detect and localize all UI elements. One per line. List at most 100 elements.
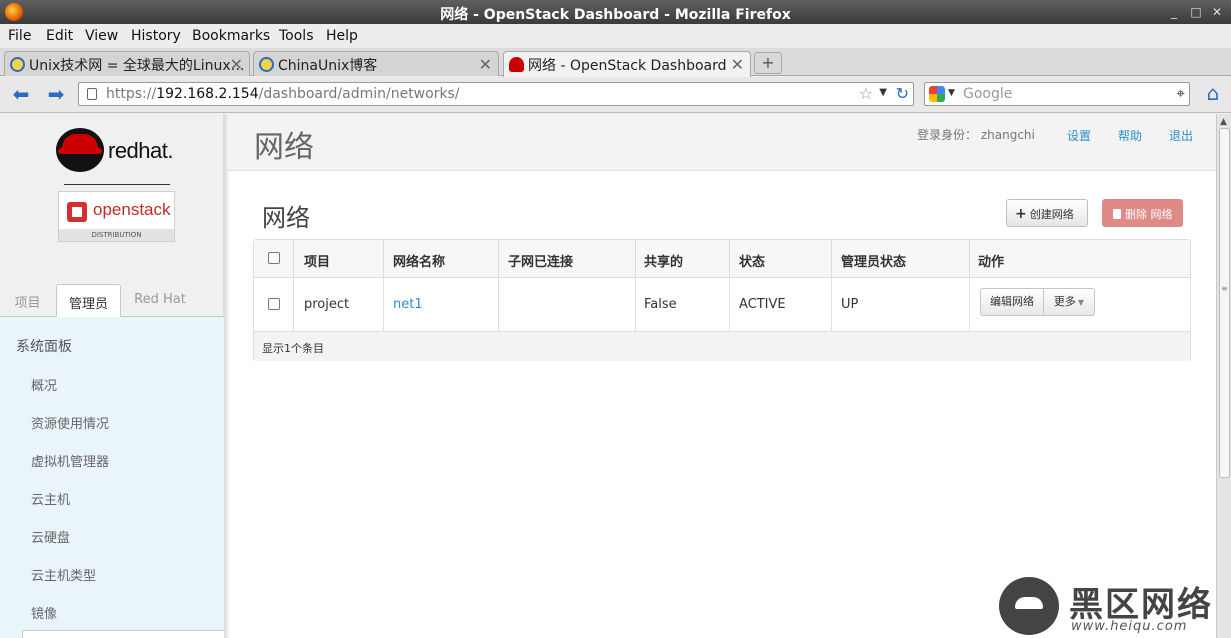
url-bar[interactable]: https://192.168.2.154/dashboard/admin/ne…: [78, 82, 914, 106]
distribution-label: DISTRIBUTION: [59, 229, 174, 241]
tab-close-icon[interactable]: ✕: [731, 55, 744, 74]
cell-admin-state: UP: [841, 297, 859, 312]
menu-bar: File Edit View History Bookmarks Tools H…: [0, 24, 1231, 48]
header-subnets[interactable]: 子网已连接: [508, 251, 573, 270]
create-network-button[interactable]: + 创建网络: [1006, 199, 1088, 227]
chinaunix-icon: [10, 57, 25, 72]
column-divider: [635, 240, 636, 332]
menu-view[interactable]: View: [85, 28, 118, 44]
back-arrow-icon[interactable]: ⬅: [10, 84, 32, 104]
edit-network-button[interactable]: 编辑网络: [981, 289, 1044, 315]
more-actions-button[interactable]: 更多 ▼: [1044, 289, 1094, 315]
panel-bottom-edge: [22, 630, 228, 638]
panel-title: 系统面板: [16, 339, 72, 355]
cell-status: ACTIVE: [739, 297, 786, 312]
tab-label: ChinaUnix博客: [278, 58, 378, 74]
header-shared[interactable]: 共享的: [644, 251, 683, 270]
network-name-link[interactable]: net1: [393, 297, 423, 312]
watermark-logo-icon: [999, 577, 1059, 635]
window-title: 网络 - OpenStack Dashboard - Mozilla Firef…: [440, 7, 791, 23]
sidebar-item-instances[interactable]: 云主机: [31, 489, 70, 508]
main-header: 网络 登录身份： zhangchi 设置 帮助 退出: [229, 114, 1216, 171]
sidebar-item-volumes[interactable]: 云硬盘: [31, 527, 70, 546]
delete-network-button[interactable]: 删除 网络: [1102, 199, 1183, 227]
search-bar[interactable]: ▼ Google ⌖: [924, 82, 1190, 106]
logout-link[interactable]: 退出: [1169, 127, 1193, 144]
sidebar-item-hypervisors[interactable]: 虚拟机管理器: [31, 451, 109, 470]
tab-admin[interactable]: 管理员: [56, 284, 121, 317]
minimize-button[interactable]: _: [1166, 4, 1182, 20]
tab-redhat[interactable]: Red Hat: [122, 284, 198, 317]
bookmark-star-icon[interactable]: ☆: [859, 84, 873, 103]
forward-arrow-icon[interactable]: ➡: [45, 84, 67, 104]
more-label: 更多: [1053, 295, 1076, 308]
menu-bookmarks[interactable]: Bookmarks: [192, 28, 270, 44]
tab-bar: Unix技术网 = 全球最大的Linux… ✕ ChinaUnix博客 ✕ 网络…: [0, 48, 1231, 77]
table-header: 项目 网络名称 子网已连接 共享的 状态 管理员状态 动作: [254, 240, 1190, 278]
menu-file[interactable]: File: [8, 28, 31, 44]
header-status[interactable]: 状态: [739, 251, 765, 270]
url-host: 192.168.2.154: [156, 86, 259, 102]
openstack-wordmark: openstack: [93, 200, 171, 219]
trash-icon: [1113, 209, 1121, 219]
row-checkbox[interactable]: [268, 298, 280, 310]
search-placeholder: Google: [963, 86, 1013, 102]
tab-chinaunix-blog[interactable]: ChinaUnix博客 ✕: [253, 51, 499, 76]
tab-project[interactable]: 项目: [0, 284, 55, 317]
navigation-toolbar: ⬅ ➡ https://192.168.2.154/dashboard/admi…: [0, 77, 1231, 113]
sidebar: redhat. openstack DISTRIBUTION 项目 管理员 Re…: [0, 114, 229, 638]
help-link[interactable]: 帮助: [1118, 127, 1142, 144]
system-panel: 系统面板 概况 资源使用情况 虚拟机管理器 云主机 云硬盘 云主机类型 镜像: [0, 317, 228, 638]
binoculars-icon[interactable]: ⌖: [1177, 84, 1185, 102]
column-divider: [969, 240, 970, 332]
google-icon[interactable]: [929, 86, 945, 102]
menu-edit[interactable]: Edit: [46, 28, 73, 44]
header-admin-state[interactable]: 管理员状态: [841, 251, 906, 270]
maximize-button[interactable]: □: [1188, 4, 1204, 20]
openstack-cube-icon: [67, 202, 87, 222]
row-actions: 编辑网络 更多 ▼: [980, 288, 1095, 316]
cell-project: project: [304, 297, 350, 312]
window-titlebar: 网络 - OpenStack Dashboard - Mozilla Firef…: [0, 0, 1231, 24]
header-network-name[interactable]: 网络名称: [393, 251, 445, 270]
cell-shared: False: [644, 297, 677, 312]
tab-unix[interactable]: Unix技术网 = 全球最大的Linux… ✕: [4, 51, 250, 76]
tab-label: Unix技术网 = 全球最大的Linux…: [29, 58, 245, 74]
menu-history[interactable]: History: [131, 28, 181, 44]
sidebar-item-flavors[interactable]: 云主机类型: [31, 565, 96, 584]
header-project[interactable]: 项目: [304, 251, 330, 270]
reload-icon[interactable]: ↻: [896, 84, 909, 103]
user-info: 登录身份： zhangchi: [917, 126, 1035, 143]
column-divider: [729, 240, 730, 332]
settings-link[interactable]: 设置: [1067, 127, 1091, 144]
sidebar-item-images[interactable]: 镜像: [31, 603, 57, 622]
vertical-scrollbar[interactable]: ▲ ≡: [1216, 114, 1231, 638]
redhat-wordmark: redhat.: [108, 138, 173, 164]
sidebar-item-overview[interactable]: 概况: [31, 375, 57, 394]
close-window-button[interactable]: ✕: [1209, 4, 1225, 20]
chevron-down-icon[interactable]: ▼: [879, 87, 887, 98]
select-all-checkbox[interactable]: [268, 252, 280, 264]
tab-openstack[interactable]: 网络 - OpenStack Dashboard ✕: [503, 51, 751, 77]
redhat-icon: [509, 57, 524, 72]
menu-tools[interactable]: Tools: [279, 28, 314, 44]
tab-label: 网络 - OpenStack Dashboard: [528, 58, 727, 74]
sidebar-shadow: [224, 114, 229, 638]
tab-close-icon[interactable]: ✕: [479, 55, 492, 74]
scrollbar-thumb[interactable]: [1219, 128, 1230, 478]
redhat-shadowman-icon: [56, 128, 104, 172]
scroll-up-icon[interactable]: ▲: [1220, 117, 1227, 127]
column-divider: [498, 240, 499, 332]
item-count: 显示1个条目: [262, 342, 324, 355]
sidebar-item-usage[interactable]: 资源使用情况: [31, 413, 109, 432]
home-icon[interactable]: ⌂: [1202, 82, 1224, 104]
tab-close-icon[interactable]: ✕: [230, 55, 243, 74]
chevron-down-icon[interactable]: ▼: [948, 88, 955, 98]
username: zhangchi: [980, 128, 1035, 142]
openstack-logo: openstack DISTRIBUTION: [58, 191, 175, 242]
column-divider: [383, 240, 384, 332]
redhat-logo[interactable]: redhat.: [56, 128, 186, 176]
new-tab-button[interactable]: +: [754, 52, 782, 74]
watermark-url: www.heiqu.com: [1071, 619, 1188, 634]
menu-help[interactable]: Help: [326, 28, 358, 44]
